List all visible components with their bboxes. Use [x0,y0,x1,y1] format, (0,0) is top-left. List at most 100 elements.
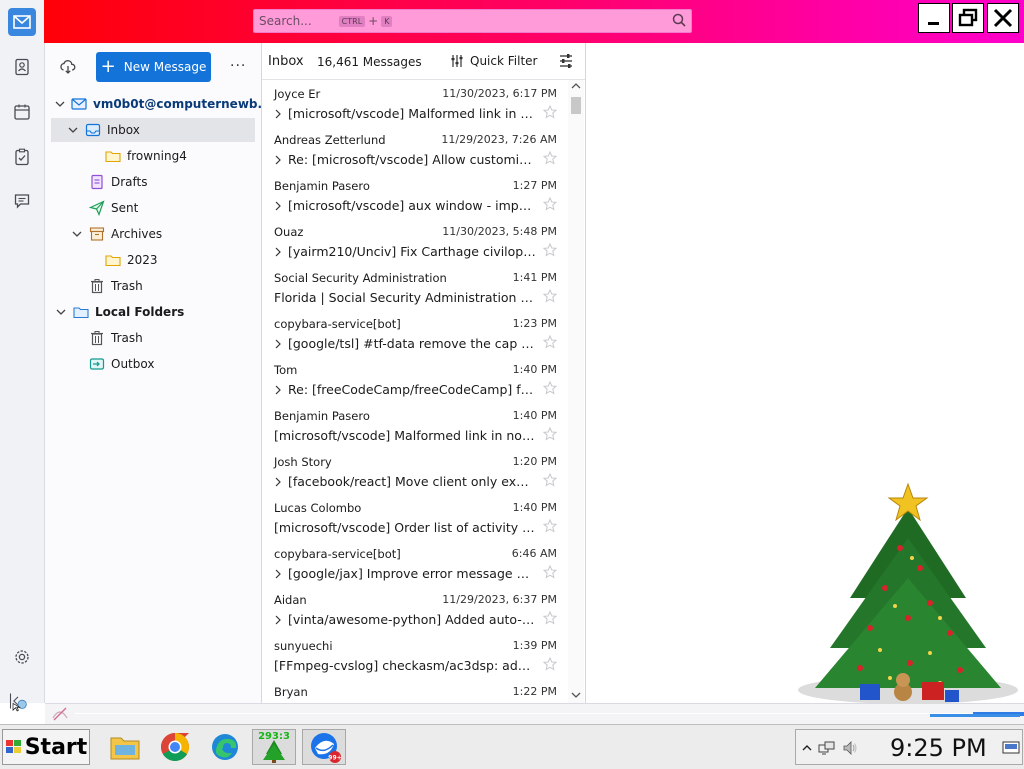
thread-chevron-icon[interactable] [274,382,288,397]
message-card[interactable]: Lucas Colombo 1:40 PM [microsoft/vscode] O… [262,494,567,541]
scroll-down-icon[interactable] [568,689,584,701]
thread-chevron-icon[interactable] [274,106,288,121]
message-date: 1:41 PM [512,271,557,284]
message-subject-row: [microsoft/vscode] Malformed link in not… [274,106,536,121]
star-icon[interactable] [542,196,558,214]
thread-chevron-icon[interactable] [274,198,288,213]
thread-chevron-icon[interactable] [274,244,288,259]
folder-trash[interactable]: Trash [89,274,143,298]
minimize-button[interactable] [918,3,950,33]
message-card[interactable]: Bryan 1:22 PM [262,678,567,703]
message-sender: sunyuechi [274,639,333,653]
thread-chevron-icon[interactable] [274,566,288,581]
chevron-down-icon[interactable] [55,98,65,110]
start-button[interactable]: Start [2,729,90,765]
message-card[interactable]: Tom 1:40 PM Re: [freeCodeCamp/freeCodeCamp… [262,356,567,403]
message-subject: [microsoft/vscode] Order list of activit… [274,520,536,535]
thread-chevron-icon[interactable] [274,152,288,167]
message-card[interactable]: Benjamin Pasero 1:27 PM [microsoft/vscode]… [262,172,567,219]
thread-chevron-icon[interactable] [274,336,288,351]
star-icon[interactable] [542,610,558,628]
message-card[interactable]: copybara-service[bot] 1:23 PM [google/tsl]… [262,310,567,357]
chevron-down-icon[interactable] [67,124,79,136]
get-messages-button[interactable] [59,58,77,79]
star-icon[interactable] [542,472,558,490]
folder-outbox[interactable]: Outbox [89,352,154,376]
star-icon[interactable] [542,334,558,352]
chevron-down-icon[interactable] [55,306,67,318]
taskbar-thunderbird[interactable]: 99+ [302,729,346,765]
close-button[interactable] [987,3,1019,33]
folder-frowning4[interactable]: frowning4 [105,144,187,168]
star-icon[interactable] [542,518,558,536]
message-card[interactable]: Joyce Er 11/30/2023, 6:17 PM [microsoft/vs… [262,80,567,127]
message-sender: Aidan [274,593,307,607]
settings-gear-icon[interactable] [12,647,32,667]
taskbar-edge[interactable] [203,729,247,765]
taskbar-tree-game[interactable]: 293:3 [252,729,296,765]
thread-chevron-icon[interactable] [274,612,288,627]
thread-chevron-icon[interactable] [274,474,288,489]
message-date: 1:40 PM [512,501,557,514]
quick-filter-button[interactable]: Quick Filter [450,54,537,68]
clock[interactable]: 9:25 PM [890,734,987,762]
star-icon[interactable] [542,150,558,168]
taskbar-chrome[interactable] [153,729,197,765]
offline-status-icon[interactable] [51,706,69,722]
message-card[interactable]: Benjamin Pasero 1:40 PM [microsoft/vscode]… [262,402,567,449]
star-icon[interactable] [542,656,558,674]
account-row[interactable]: vm0b0t@computernewb... [55,92,271,116]
star-icon[interactable] [542,242,558,260]
message-card[interactable]: sunyuechi 1:39 PM [FFmpeg-cvslog] checkasm… [262,632,567,679]
star-icon[interactable] [542,426,558,444]
restore-button[interactable] [952,3,984,33]
thunderbird-badge: 99+ [328,755,341,762]
message-card[interactable]: Aidan 11/29/2023, 6:37 PM [vinta/awesome-p… [262,586,567,633]
message-card[interactable]: Andreas Zetterlund 11/29/2023, 7:26 AM Re:… [262,126,567,173]
star-icon[interactable] [542,380,558,398]
message-subject: [vinta/awesome-python] Added auto-py [288,612,536,627]
star-icon[interactable] [542,104,558,122]
message-date: 1:20 PM [512,455,557,468]
folder-label: Drafts [111,175,148,189]
message-subject: [google/tsl] #tf-data remove the cap and [288,336,536,351]
folder-archives[interactable]: Archives [71,222,162,246]
chat-icon[interactable] [12,191,32,211]
mail-space-button[interactable] [0,0,44,43]
address-book-icon[interactable] [12,57,32,77]
calendar-icon[interactable] [12,102,32,122]
folder-2023[interactable]: 2023 [105,248,158,272]
message-subject: [facebook/react] Move client only export… [288,474,536,489]
network-icon[interactable] [818,740,836,756]
star-icon[interactable] [542,288,558,306]
chevron-down-icon[interactable] [71,228,83,240]
chrome-icon [161,733,189,761]
message-card[interactable]: Josh Story 1:20 PM [facebook/react] Move c… [262,448,567,495]
new-message-button[interactable]: + New Message [96,52,211,82]
message-card[interactable]: Social Security Administration 1:41 PM Flo… [262,264,567,311]
search-input[interactable]: Search... CTRL + K [253,9,692,33]
display-options-button[interactable] [558,53,574,72]
folder-drafts[interactable]: Drafts [89,170,148,194]
message-card[interactable]: Ouaz 11/30/2023, 5:48 PM [yairm210/Unciv] … [262,218,567,265]
volume-icon[interactable] [842,740,858,756]
message-subject: Re: [microsoft/vscode] Allow customizati… [288,152,536,167]
folder-sent[interactable]: Sent [89,196,138,220]
folder-local-trash[interactable]: Trash [89,326,143,350]
collapse-spaces-icon[interactable] [8,691,28,712]
message-list-scrollbar[interactable] [568,80,584,703]
message-subject-row: [google/jax] Improve error message when [274,566,536,581]
folder-inbox[interactable]: Inbox [51,118,255,142]
chevron-up-icon[interactable] [802,743,812,753]
message-card[interactable]: copybara-service[bot] 6:46 AM [google/jax]… [262,540,567,587]
folder-pane-menu-button[interactable]: ··· [230,58,246,74]
scroll-up-icon[interactable] [568,80,584,92]
taskbar-file-explorer[interactable] [103,729,147,765]
local-folders-row[interactable]: Local Folders [55,300,184,324]
tasks-icon[interactable] [12,147,32,167]
trash-icon [89,330,105,346]
star-icon[interactable] [542,564,558,582]
message-subject-row: [facebook/react] Move client only export… [274,474,536,489]
notification-icon[interactable] [1002,741,1020,755]
scrollbar-thumb[interactable] [571,97,581,114]
